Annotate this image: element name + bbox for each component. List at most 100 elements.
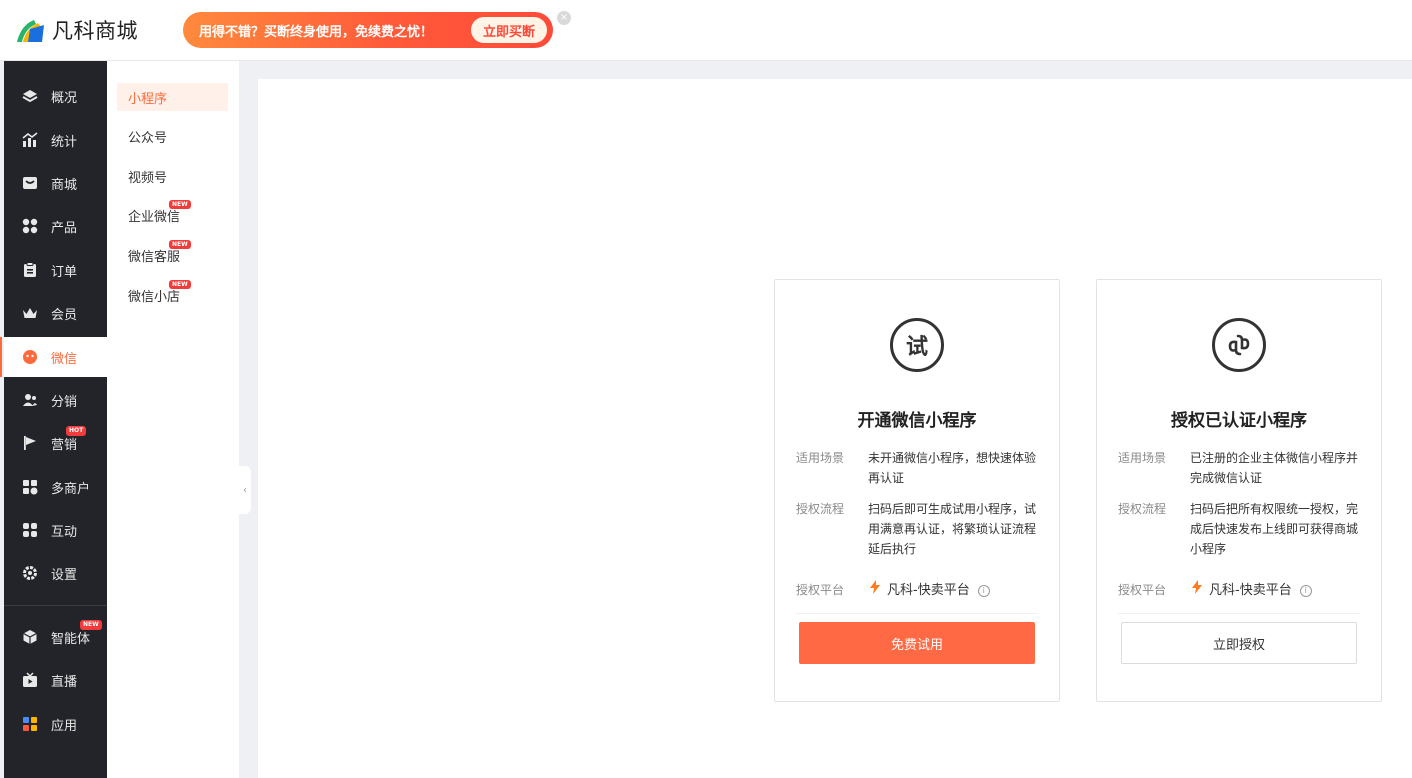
sidebar-item-multi-merchant[interactable]: 多商户 [4, 467, 107, 507]
gear-icon [21, 564, 39, 582]
subnav-item-official-account[interactable]: 公众号 [117, 122, 228, 150]
flow-value: 扫码后即可生成试用小程序，试用满意再认证，将繁琐认证流程延后执行 [868, 502, 1037, 556]
trial-mini-program-card: 试 开通微信小程序 适用场景 未开通微信小程序，想快速体验再认证 授权流程 扫码… [774, 279, 1060, 702]
sidebar-item-label: 智能体 [51, 631, 91, 647]
flow-value: 扫码后把所有权限统一授权，完成后快速发布上线即可获得商城小程序 [1190, 502, 1359, 556]
hot-badge: HOT [66, 426, 87, 436]
new-badge: NEW [169, 240, 191, 249]
grid-icon [21, 217, 39, 235]
sidebar-item-label: 分销 [51, 394, 78, 410]
sidebar-item-products[interactable]: 产品 [4, 206, 107, 246]
platform-name: 凡科-快卖平台 [1209, 582, 1292, 598]
secondary-sidebar: 小程序 公众号 视频号 企业微信 NEW 微信客服 NEW 微信小店 NEW [107, 61, 239, 778]
flow-label: 授权流程 [1118, 502, 1167, 516]
sidebar-item-label: 设置 [51, 567, 78, 583]
apps-icon [21, 715, 39, 733]
sidebar-item-settings[interactable]: 设置 [4, 553, 107, 593]
tv-icon [21, 671, 39, 689]
new-badge: NEW [80, 620, 102, 630]
sidebar-item-members[interactable]: 会员 [4, 293, 107, 333]
subnav-item-wechat-shop[interactable]: 微信小店 NEW [117, 280, 228, 309]
bolt-icon [1190, 580, 1204, 601]
close-icon[interactable]: × [557, 11, 571, 25]
logo-mark-icon [14, 14, 46, 46]
sidebar-item-label: 营销 [51, 437, 78, 453]
sidebar-item-ai-agent[interactable]: 智能体 NEW [4, 617, 107, 657]
sidebar-item-interaction[interactable]: 互动 [4, 510, 107, 550]
sidebar-item-apps[interactable]: 应用 [4, 704, 107, 744]
platform-label: 授权平台 [796, 583, 845, 597]
platform-row: 授权平台 凡科-快卖平台 i [1118, 580, 1358, 601]
subnav-item-label: 视频号 [128, 170, 168, 186]
card-divider [796, 613, 1038, 614]
card-title: 授权已认证小程序 [1171, 411, 1307, 431]
chart-icon [21, 131, 39, 149]
scene-label: 适用场景 [796, 451, 845, 465]
sidebar-item-label: 直播 [51, 674, 78, 690]
promo-banner[interactable]: 用得不错？买断终身使用，免续费之忧！ 立即买断 [183, 12, 553, 48]
sidebar-item-overview[interactable]: 概况 [4, 76, 107, 116]
logo-text: 凡科商城 [52, 19, 138, 43]
collapse-sidebar-button[interactable]: ‹ [239, 466, 251, 514]
sidebar-item-label: 产品 [51, 220, 78, 236]
sidebar-item-label: 多商户 [51, 481, 91, 497]
new-badge: NEW [169, 280, 191, 289]
sidebar-item-live[interactable]: 直播 [4, 660, 107, 700]
clipboard-icon [21, 261, 39, 279]
sidebar-item-store[interactable]: 商城 [4, 163, 107, 203]
sidebar-item-label: 统计 [51, 134, 78, 150]
free-trial-button[interactable]: 免费试用 [799, 622, 1035, 664]
primary-sidebar: 概况 统计 商城 产品 订单 会员 微信 分销 营销 HOT 多商户 互动 设置… [0, 61, 107, 778]
sidebar-item-label: 会员 [51, 307, 78, 323]
sidebar-item-label: 应用 [51, 718, 78, 734]
store-icon [21, 174, 39, 192]
scene-label: 适用场景 [1118, 451, 1167, 465]
promo-text: 用得不错？买断终身使用，免续费之忧！ [199, 24, 434, 40]
users-icon [21, 391, 39, 409]
flag-icon [21, 434, 39, 452]
sidebar-item-marketing[interactable]: 营销 HOT [4, 423, 107, 463]
subnav-item-label: 公众号 [128, 130, 168, 146]
sidebar-divider [4, 605, 107, 606]
authorize-now-button[interactable]: 立即授权 [1121, 622, 1357, 664]
wechat-icon [21, 348, 39, 366]
sidebar-item-label: 微信 [51, 351, 78, 367]
top-header: 凡科商城 用得不错？买断终身使用，免续费之忧！ 立即买断 × [0, 0, 1412, 61]
platform-label: 授权平台 [1118, 583, 1167, 597]
subnav-item-channels[interactable]: 视频号 [117, 162, 228, 190]
subnav-item-mini-program[interactable]: 小程序 [117, 83, 228, 111]
subnav-item-label: 小程序 [128, 91, 168, 107]
info-icon[interactable]: i [1299, 584, 1312, 597]
flow-label: 授权流程 [796, 502, 845, 516]
multi-store-icon [21, 478, 39, 496]
bolt-icon [868, 580, 882, 601]
scene-row: 适用场景 已注册的企业主体微信小程序并完成微信认证 [1118, 448, 1358, 488]
scene-value: 未开通微信小程序，想快速体验再认证 [868, 451, 1037, 485]
crown-icon [21, 304, 39, 322]
layers-icon [21, 87, 39, 105]
scene-value: 已注册的企业主体微信小程序并完成微信认证 [1190, 451, 1359, 485]
sidebar-item-stats[interactable]: 统计 [4, 120, 107, 160]
card-title: 开通微信小程序 [857, 411, 977, 431]
platform-name: 凡科-快卖平台 [887, 582, 970, 598]
authorize-mini-program-card: 授权已认证小程序 适用场景 已注册的企业主体微信小程序并完成微信认证 授权流程 … [1096, 279, 1382, 702]
sidebar-item-wechat[interactable]: 微信 [0, 337, 107, 377]
interact-icon [21, 521, 39, 539]
buyout-button[interactable]: 立即买断 [470, 17, 547, 43]
logo[interactable]: 凡科商城 [14, 14, 138, 46]
platform-value: 凡科-快卖平台 i [1190, 580, 1358, 601]
sidebar-item-distribution[interactable]: 分销 [4, 380, 107, 420]
info-icon[interactable]: i [977, 584, 990, 597]
new-badge: NEW [169, 200, 191, 209]
link-icon [1212, 318, 1266, 372]
sidebar-item-label: 概况 [51, 90, 78, 106]
scene-row: 适用场景 未开通微信小程序，想快速体验再认证 [796, 448, 1036, 488]
subnav-item-wecom[interactable]: 企业微信 NEW [117, 200, 228, 229]
platform-value: 凡科-快卖平台 i [868, 580, 1036, 601]
platform-row: 授权平台 凡科-快卖平台 i [796, 580, 1036, 601]
sidebar-item-label: 互动 [51, 524, 78, 540]
subnav-item-wechat-service[interactable]: 微信客服 NEW [117, 240, 228, 269]
sidebar-item-orders[interactable]: 订单 [4, 250, 107, 290]
cube-icon [21, 628, 39, 646]
sidebar-item-label: 商城 [51, 177, 78, 193]
